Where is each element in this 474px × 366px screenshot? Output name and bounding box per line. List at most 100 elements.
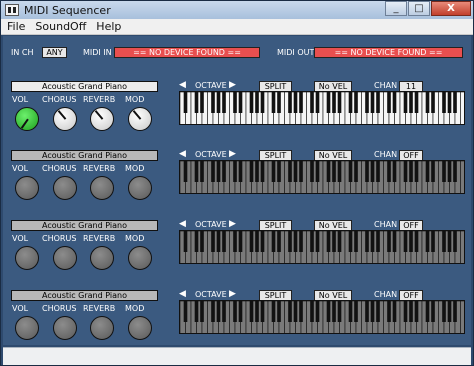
black-key — [409, 92, 413, 113]
chan-label: CHAN — [374, 150, 398, 159]
black-key — [260, 92, 265, 113]
octave-up-icon[interactable]: ▶ — [229, 219, 236, 229]
reverb-knob[interactable] — [90, 316, 114, 340]
vol-knob[interactable] — [15, 246, 39, 270]
piano-keyboard[interactable] — [179, 160, 465, 194]
octave-up-icon[interactable]: ▶ — [229, 80, 236, 90]
black-key — [277, 92, 281, 113]
menu-soundoff[interactable]: SoundOff — [31, 20, 90, 33]
chorus-knob[interactable] — [53, 316, 77, 340]
black-key — [255, 231, 259, 252]
knob-label: REVERB — [83, 164, 116, 173]
piano-keyboard[interactable] — [179, 91, 465, 125]
octave-up-icon[interactable]: ▶ — [229, 289, 236, 299]
black-key — [387, 231, 391, 252]
black-key — [260, 301, 265, 322]
black-key — [326, 301, 331, 322]
black-key — [332, 231, 336, 252]
black-key — [233, 92, 237, 113]
black-key — [376, 231, 380, 252]
reverb-knob[interactable] — [90, 176, 114, 200]
black-key — [238, 161, 243, 182]
black-key — [216, 231, 221, 252]
black-key — [315, 161, 320, 182]
black-key — [425, 231, 430, 252]
menu-file[interactable]: File — [3, 20, 29, 33]
black-key — [337, 161, 342, 182]
mod-knob[interactable] — [128, 176, 152, 200]
black-key — [315, 231, 320, 252]
octave-down-icon[interactable]: ◀ — [179, 219, 186, 229]
piano-keyboard[interactable] — [179, 300, 465, 334]
close-button[interactable]: X — [431, 1, 471, 16]
maximize-button[interactable]: □ — [408, 1, 430, 16]
piano-keys[interactable] — [180, 231, 465, 264]
black-key — [310, 161, 314, 182]
title-bar[interactable]: MIDI Sequencer _ □ X — [1, 1, 473, 19]
black-key — [425, 301, 430, 322]
black-key — [348, 161, 353, 182]
instrument-select[interactable]: Acoustic Grand Piano — [11, 290, 158, 301]
black-key — [299, 92, 303, 113]
mod-knob[interactable] — [128, 246, 152, 270]
black-key — [392, 231, 397, 252]
white-key — [460, 231, 464, 263]
instrument-select[interactable]: Acoustic Grand Piano — [11, 150, 158, 161]
octave-down-icon[interactable]: ◀ — [179, 289, 186, 299]
vol-knob[interactable] — [15, 176, 39, 200]
black-key — [288, 231, 292, 252]
octave-up-icon[interactable]: ▶ — [229, 149, 236, 159]
piano-keys[interactable] — [180, 301, 465, 334]
midi-in-device[interactable]: == NO DEVICE FOUND == — [114, 47, 260, 58]
black-key — [431, 92, 435, 113]
black-key — [332, 301, 336, 322]
mod-knob[interactable] — [128, 107, 152, 131]
reverb-knob[interactable] — [90, 107, 114, 131]
black-key — [216, 161, 221, 182]
black-key — [414, 92, 419, 113]
mod-knob[interactable] — [128, 316, 152, 340]
chorus-knob[interactable] — [53, 246, 77, 270]
chorus-knob[interactable] — [53, 107, 77, 131]
black-key — [183, 231, 188, 252]
black-key — [442, 92, 446, 113]
in-ch-label: IN CH — [11, 48, 34, 57]
knob-pointer — [133, 110, 142, 120]
black-key — [238, 231, 243, 252]
black-key — [200, 161, 204, 182]
black-key — [271, 161, 276, 182]
piano-keys[interactable] — [180, 161, 465, 194]
knob-label: CHORUS — [42, 95, 77, 104]
reverb-knob[interactable] — [90, 246, 114, 270]
black-key — [392, 92, 397, 113]
black-key — [260, 231, 265, 252]
black-key — [315, 92, 320, 113]
chorus-knob[interactable] — [53, 176, 77, 200]
octave-down-icon[interactable]: ◀ — [179, 80, 186, 90]
black-key — [288, 301, 292, 322]
black-key — [453, 301, 457, 322]
octave-label: OCTAVE — [195, 290, 227, 299]
instrument-select[interactable]: Acoustic Grand Piano — [11, 81, 158, 92]
vol-knob[interactable] — [15, 107, 39, 131]
black-key — [337, 92, 342, 113]
black-key — [348, 231, 353, 252]
black-key — [431, 231, 435, 252]
instrument-select[interactable]: Acoustic Grand Piano — [11, 220, 158, 231]
vol-knob[interactable] — [15, 316, 39, 340]
black-key — [370, 92, 375, 113]
piano-keyboard[interactable] — [179, 230, 465, 264]
black-key — [326, 92, 331, 113]
black-key — [183, 301, 188, 322]
in-ch-select[interactable]: ANY — [42, 47, 67, 58]
midi-out-device[interactable]: == NO DEVICE FOUND == — [314, 47, 463, 58]
knob-label: CHORUS — [42, 304, 77, 313]
piano-keys[interactable] — [180, 92, 465, 125]
octave-down-icon[interactable]: ◀ — [179, 149, 186, 159]
black-key — [200, 92, 204, 113]
black-key — [211, 231, 215, 252]
black-key — [337, 301, 342, 322]
app-icon — [5, 4, 19, 16]
menu-help[interactable]: Help — [92, 20, 125, 33]
minimize-button[interactable]: _ — [385, 1, 407, 16]
